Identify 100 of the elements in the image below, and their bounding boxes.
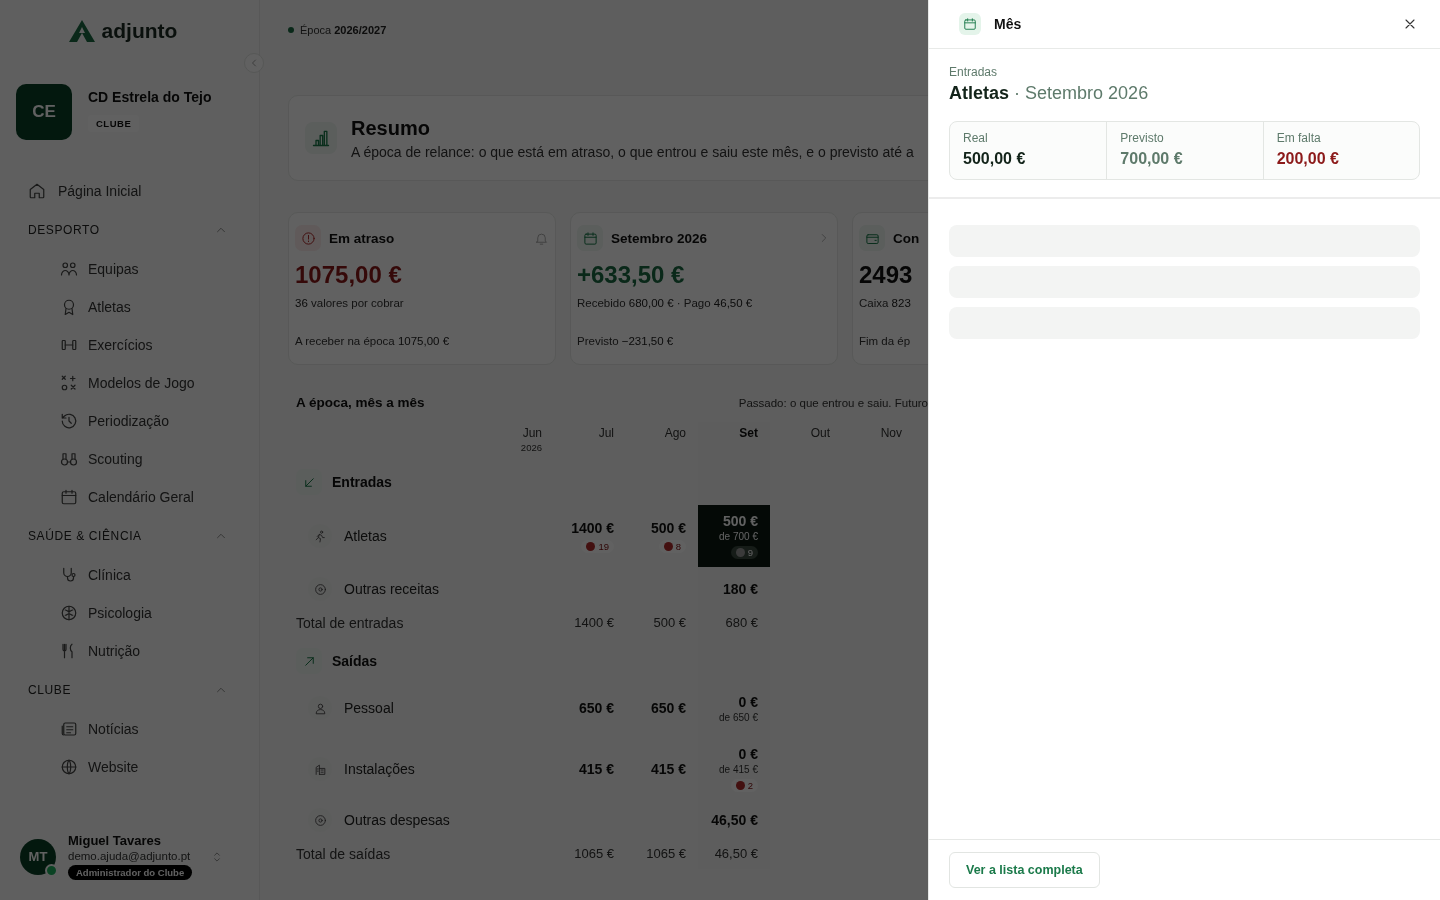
alert-icon (300, 230, 316, 246)
card-detail: Caixa 823 (859, 297, 912, 309)
month-header: Out (810, 426, 830, 440)
amount-cell[interactable]: 1400 € 19 (561, 513, 624, 559)
stat-label: Real (963, 131, 989, 145)
amount-cell[interactable]: 500 € 8 (640, 513, 696, 559)
nav-item[interactable]: Website (52, 748, 228, 786)
summary-subtitle: A época de relance: o que está em atraso, o que entrou e saiu este mês, e o previsto até a (351, 143, 914, 160)
card-title: Con (893, 230, 921, 246)
amount-cell[interactable]: 46,50 € (701, 806, 768, 834)
nav-item[interactable]: Equipas (52, 250, 228, 288)
group-title: Saídas (332, 653, 378, 669)
month-header: Jul (598, 426, 614, 440)
status-dot (288, 27, 294, 33)
card-amount: 1075,00 € (295, 261, 403, 289)
summary-title: Resumo (351, 116, 431, 140)
total-label: Total de entradas (296, 614, 404, 631)
nav-item[interactable]: Psicologia (52, 594, 228, 632)
modal-backdrop[interactable] (0, 0, 928, 900)
total-label: Total de saídas (296, 845, 391, 862)
category-label: Entradas (949, 65, 999, 79)
amount-cell[interactable]: 650 € (568, 694, 624, 722)
logo-icon (67, 19, 96, 43)
bell-icon (534, 230, 549, 246)
card-title: Em atraso (329, 230, 396, 246)
people-icon (60, 260, 78, 278)
panel-title: Mês (994, 16, 1023, 32)
amount-cell[interactable]: 0 € de 415 € 2 (709, 740, 768, 798)
club-name: CD Estrela do Tejo (88, 89, 212, 105)
bar-chart-icon (311, 128, 331, 148)
globe-icon (60, 758, 78, 776)
card-detail: Fim da ép (859, 335, 912, 347)
total-value: 1400 € (574, 615, 614, 630)
nav-item[interactable]: Calendário Geral (52, 478, 228, 516)
stat-value: 700,00 € (1120, 150, 1184, 168)
amount-cell[interactable]: 500 € de 700 € 9 (698, 505, 770, 567)
table-note: Passado: o que entrou e saiu. Futuro (738, 396, 928, 409)
binoculars-icon (60, 450, 78, 468)
logo-text: adjunto (101, 19, 178, 43)
nav-item[interactable]: Atletas (52, 288, 228, 326)
section-heading: SAÚDE & CIÊNCIA (28, 529, 142, 543)
user-avatar: MT (20, 838, 56, 875)
nav-item[interactable]: Página Inicial (20, 172, 220, 210)
nav-item[interactable]: Exercícios (52, 326, 228, 364)
person-icon (313, 701, 327, 715)
amount-cell[interactable]: 415 € (640, 755, 696, 783)
card-detail: 36 valores por cobrar (295, 297, 405, 309)
calendar-icon (60, 488, 78, 506)
stat-value: 500,00 € (963, 150, 1027, 168)
history-icon (60, 412, 78, 430)
coin-icon (313, 813, 327, 827)
user-email: demo.ajuda@adjunto.pt (68, 850, 192, 862)
building-icon (313, 762, 327, 776)
nav-item[interactable]: Nutrição (52, 632, 228, 670)
month-header: Ago (664, 426, 686, 440)
nav-item[interactable]: Scouting (52, 440, 228, 478)
amount-cell[interactable]: 415 € (568, 755, 624, 783)
row-label: Outras despesas (344, 812, 450, 828)
full-list-button[interactable]: Ver a lista completa (949, 852, 1100, 888)
nav-item[interactable]: Clínica (52, 556, 228, 594)
home-icon (28, 182, 46, 200)
month-header: Nov (880, 426, 902, 440)
calendar-icon (963, 17, 977, 31)
card-detail: A receber na época 1075,00 € (295, 335, 451, 347)
card-detail: Recebido 680,00 € · Pago 46,50 € (577, 297, 754, 309)
panel-heading: Atletas · Setembro 2026 (949, 83, 1150, 104)
row-label: Atletas (344, 528, 387, 544)
total-value: 46,50 € (714, 846, 758, 861)
group-title: Entradas (332, 474, 392, 490)
card-title: Setembro 2026 (611, 230, 709, 246)
section-heading: DESPORTO (28, 223, 100, 237)
amount-cell[interactable]: 180 € (712, 575, 768, 603)
user-name: Miguel Tavares (68, 833, 162, 848)
stat-label: Em falta (1276, 131, 1322, 145)
stat-label: Previsto (1120, 131, 1165, 145)
coin-icon (313, 582, 327, 596)
newspaper-icon (60, 720, 78, 738)
total-value: 680 € (725, 615, 758, 630)
card-detail: Previsto −231,50 € (577, 335, 675, 347)
section-heading: CLUBE (28, 683, 71, 697)
nav-item[interactable]: Notícias (52, 710, 228, 748)
month-header: Set (739, 426, 758, 440)
total-value: 500 € (653, 615, 686, 630)
amount-cell[interactable]: 650 € (640, 694, 696, 722)
total-value: 1065 € (574, 846, 614, 861)
nav-item[interactable]: Periodização (52, 402, 228, 440)
year-label: 2026 (520, 442, 542, 453)
card-amount: 2493 (859, 261, 914, 289)
stat-value: 200,00 € (1276, 150, 1340, 168)
card-amount: +633,50 € (577, 261, 686, 289)
month-header: Jun (522, 426, 542, 440)
amount-cell[interactable]: 0 € de 650 € (709, 687, 768, 729)
role-badge: Administrador do Clube (68, 865, 193, 880)
club-avatar: CE (16, 84, 72, 140)
row-label: Instalações (344, 761, 415, 777)
stethoscope-icon (60, 566, 78, 584)
calendar-icon (582, 230, 598, 246)
nav-item[interactable]: Modelos de Jogo (52, 364, 228, 402)
diagram-icon (60, 374, 78, 392)
total-value: 1065 € (646, 846, 686, 861)
